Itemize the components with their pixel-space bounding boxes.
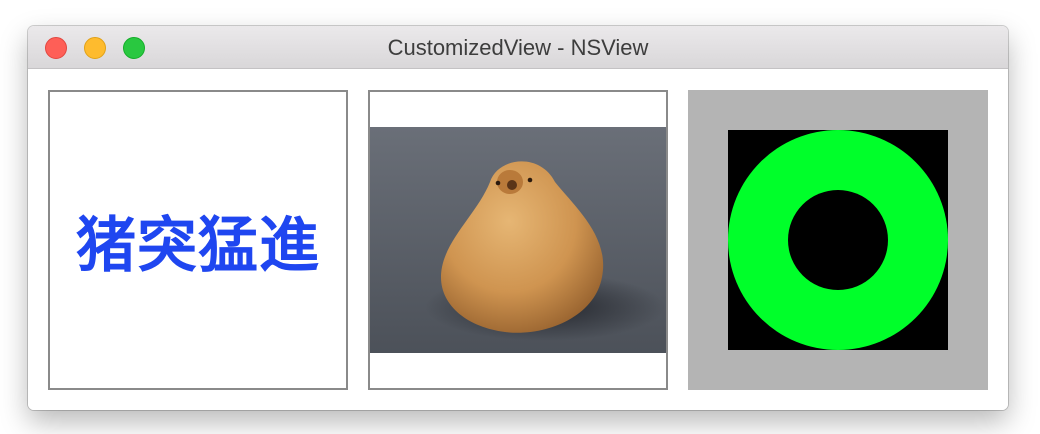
ring-graphic — [728, 130, 948, 350]
app-window: CustomizedView - NSView 猪突猛進 — [28, 26, 1008, 410]
text-view-label: 猪突猛進 — [76, 210, 320, 281]
window-title: CustomizedView - NSView — [387, 35, 649, 60]
ring-view — [688, 90, 988, 390]
ring-hole — [788, 190, 888, 290]
cookie-photo — [370, 127, 666, 353]
image-view — [368, 90, 668, 390]
content-view: 猪突猛進 — [28, 69, 1008, 410]
text-view: 猪突猛進 — [48, 90, 348, 390]
title-bar[interactable]: CustomizedView - NSView — [28, 26, 1008, 69]
